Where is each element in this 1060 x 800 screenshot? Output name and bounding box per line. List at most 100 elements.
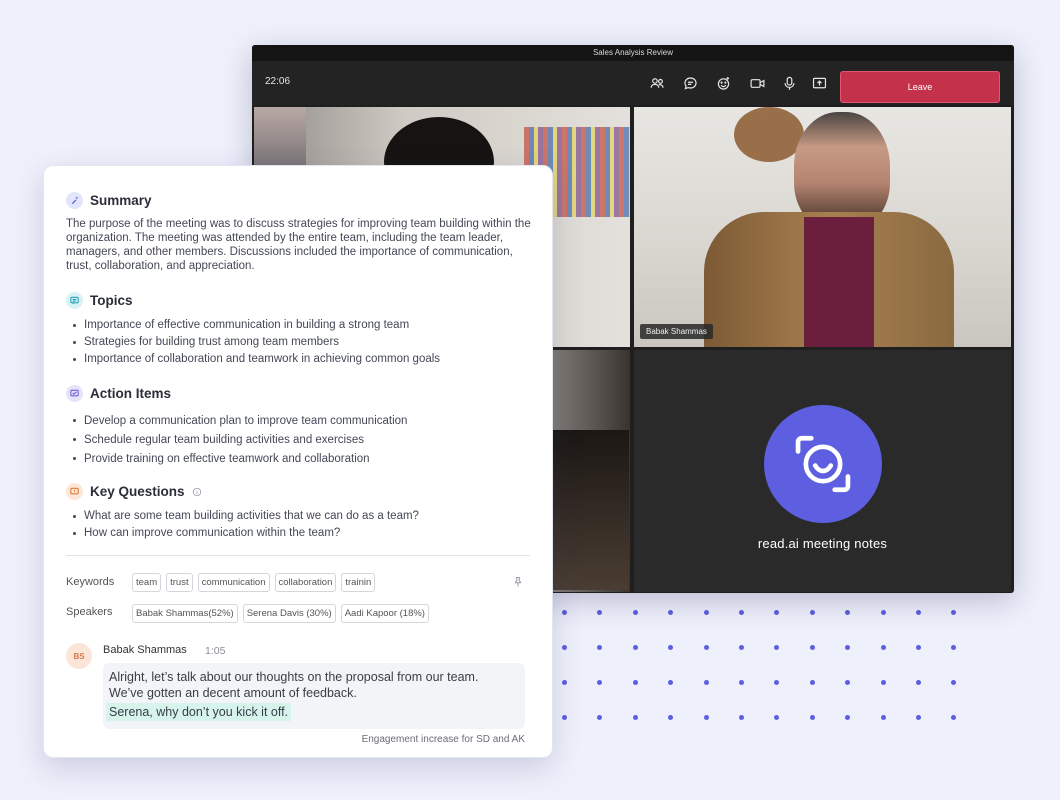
list-item: Develop a communication plan to improve … <box>66 412 536 431</box>
decoration-dot <box>916 715 921 720</box>
topics-chat-icon <box>66 292 83 309</box>
decoration-dot <box>809 715 815 720</box>
speaker-chip[interactable]: Serena Davis (30%) <box>242 604 336 623</box>
participant-name-tag: Babak Shammas <box>640 324 713 339</box>
sparkle-icon <box>66 192 83 209</box>
transcript-line: Alright, let’s talk about our thoughts o… <box>109 670 479 684</box>
keyword-chip[interactable]: collaboration <box>274 573 337 592</box>
topics-section: Topics Importance of effective communica… <box>66 292 536 368</box>
summary-text: The purpose of the meeting was to discus… <box>66 218 531 272</box>
decoration-dot <box>951 715 957 720</box>
transcript-timestamp[interactable]: 1:05 <box>205 645 225 657</box>
readai-logo-icon <box>764 405 882 523</box>
list-item: Strategies for building trust among team… <box>66 334 536 351</box>
decoration-dot <box>845 680 851 685</box>
list-item: How can improve communication within the… <box>66 525 536 542</box>
list-item: Provide training on effective teamwork a… <box>66 450 536 469</box>
keyword-chip[interactable]: team <box>132 573 162 592</box>
decoration-dot <box>668 715 674 720</box>
camera-icon[interactable] <box>747 73 767 93</box>
key-questions-icon <box>66 483 83 500</box>
pin-icon[interactable] <box>512 575 524 587</box>
decoration-dot <box>632 715 638 720</box>
decoration-dot <box>916 645 921 650</box>
decoration-dot <box>916 610 921 615</box>
decoration-dot <box>774 680 780 685</box>
info-icon[interactable] <box>192 487 202 497</box>
decoration-dot <box>739 715 744 720</box>
mic-icon[interactable] <box>779 73 799 93</box>
decoration-dot <box>739 680 744 685</box>
decoration-dot <box>562 680 567 685</box>
decoration-dot <box>739 645 744 650</box>
keyword-chip[interactable]: trust <box>166 573 193 592</box>
summary-title: Summary <box>90 193 152 208</box>
dot-grid-decoration <box>548 596 968 736</box>
speaker-chip[interactable]: Aadi Kapoor (18%) <box>340 604 429 623</box>
transcript-line: We’ve gotten an decent amount of feedbac… <box>109 686 357 700</box>
decoration-dot <box>597 715 603 720</box>
action-items-icon <box>66 385 83 402</box>
decoration-dot <box>774 715 780 720</box>
decoration-dot <box>809 610 815 615</box>
decoration-dot <box>774 610 780 615</box>
window-title: Sales Analysis Review <box>252 45 1014 61</box>
chat-icon[interactable] <box>680 73 700 93</box>
people-icon[interactable] <box>647 73 667 93</box>
transcript-highlight: Serena, why don’t you kick it off. <box>106 703 292 721</box>
topics-title: Topics <box>90 293 133 308</box>
list-item: Importance of effective communication in… <box>66 317 536 334</box>
keyword-chip[interactable]: trainin <box>341 573 376 592</box>
decoration-dot <box>916 680 921 685</box>
decoration-dot <box>668 645 674 650</box>
decoration-dot <box>845 715 851 720</box>
participant-shirt <box>804 217 874 347</box>
engagement-note: Engagement increase for SD and AK <box>361 734 525 745</box>
decoration-dot <box>562 715 567 720</box>
avatar: BS <box>66 643 92 669</box>
decoration-dot <box>668 610 674 615</box>
participant-blurred <box>549 430 629 590</box>
video-tile-babak-shammas: Babak Shammas <box>634 107 1011 347</box>
decoration-dot <box>739 610 744 615</box>
topics-list: Importance of effective communication in… <box>66 317 536 368</box>
decoration-dot <box>951 680 957 685</box>
decoration-dot <box>845 610 851 615</box>
meeting-toolbar: 22:06 Leave <box>252 61 1014 105</box>
decoration-dot <box>880 715 886 720</box>
decoration-dot <box>703 715 709 720</box>
decoration-dot <box>562 645 567 650</box>
decoration-dot <box>774 645 780 650</box>
decoration-dot <box>845 645 851 650</box>
decoration-dot <box>597 645 603 650</box>
share-screen-icon[interactable] <box>809 73 829 93</box>
keywords-label: Keywords <box>66 576 115 588</box>
decoration-dot <box>880 680 886 685</box>
speakers-chips: Babak Shammas(52%) Serena Davis (30%) Aa… <box>132 604 429 623</box>
decoration-dot <box>597 680 603 685</box>
divider <box>66 555 530 556</box>
decoration-dot <box>597 610 603 615</box>
decoration-dot <box>703 645 709 650</box>
key-questions-title: Key Questions <box>90 484 185 499</box>
keywords-chips: team trust communication collaboration t… <box>132 573 376 592</box>
action-items-title: Action Items <box>90 386 172 401</box>
reactions-icon[interactable] <box>713 73 733 93</box>
keyword-chip[interactable]: communication <box>197 573 270 592</box>
leave-button[interactable]: Leave <box>840 71 1000 103</box>
decoration-dot <box>562 610 567 615</box>
decoration-dot <box>668 680 674 685</box>
decoration-dot <box>632 610 638 615</box>
summary-section: Summary The purpose of the meeting was t… <box>66 192 536 273</box>
decoration-dot <box>632 680 638 685</box>
list-item: Schedule regular team building activitie… <box>66 431 536 450</box>
meeting-clock: 22:06 <box>265 76 291 87</box>
meeting-notes-panel: Summary The purpose of the meeting was t… <box>43 165 553 758</box>
speaker-chip[interactable]: Babak Shammas(52%) <box>132 604 238 623</box>
decoration-dot <box>880 610 886 615</box>
wall-decoration <box>734 107 804 162</box>
decoration-dot <box>809 680 815 685</box>
action-items-section: Action Items Develop a communication pla… <box>66 385 536 469</box>
action-items-list: Develop a communication plan to improve … <box>66 412 536 469</box>
decoration-dot <box>703 680 709 685</box>
